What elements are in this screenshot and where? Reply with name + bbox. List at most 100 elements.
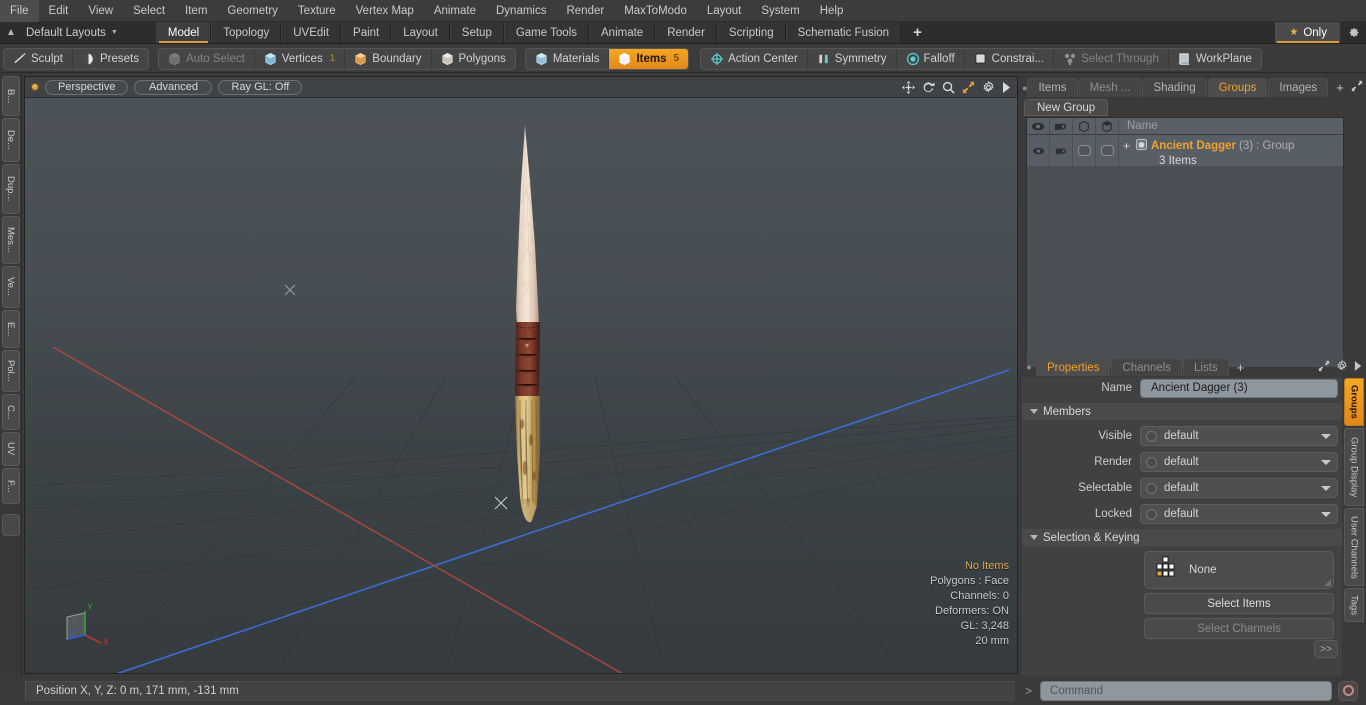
tab-uvedit[interactable]: UVEdit [281, 22, 342, 43]
sculpt-button[interactable]: Sculpt [4, 48, 73, 69]
gear-icon[interactable] [1340, 22, 1366, 43]
layout-preset-dropdown[interactable]: Default Layouts ▼ [22, 22, 126, 43]
select-channels-button[interactable]: Select Channels [1144, 618, 1334, 639]
menu-layout[interactable]: Layout [697, 0, 752, 22]
tab-shading[interactable]: Shading [1142, 78, 1207, 97]
only-toggle-button[interactable]: ★ Only [1275, 22, 1340, 43]
tab-layout[interactable]: Layout [391, 22, 450, 43]
groups-list-panel[interactable]: Name + Ancient Dagger (3): Group 3 Item… [1026, 117, 1344, 367]
left-tab-fusion[interactable]: F... [1, 468, 20, 504]
left-tab-edge[interactable]: E... [1, 310, 20, 348]
menu-vertex-map[interactable]: Vertex Map [346, 0, 424, 22]
menu-geometry[interactable]: Geometry [217, 0, 288, 22]
tab-setup[interactable]: Setup [449, 22, 504, 43]
selection-set-field[interactable]: None [1144, 551, 1334, 589]
tab-render[interactable]: Render [655, 22, 717, 43]
visible-dropdown[interactable]: default [1140, 426, 1338, 446]
vtab-groups[interactable]: Groups [1344, 378, 1364, 426]
boundary-button[interactable]: Boundary [345, 48, 432, 69]
tab-paint[interactable]: Paint [341, 22, 392, 43]
vtab-tags[interactable]: Tags [1344, 588, 1364, 622]
menu-help[interactable]: Help [810, 0, 854, 22]
pan-icon[interactable] [902, 80, 915, 94]
tab-lists[interactable]: Lists [1183, 358, 1229, 376]
vtab-user-channels[interactable]: User Channels [1344, 508, 1364, 586]
left-tab-uv[interactable]: UV [1, 432, 20, 466]
members-section-header[interactable]: Members [1022, 403, 1342, 420]
left-tab-basic[interactable]: B... [1, 76, 20, 116]
name-field[interactable]: Ancient Dagger (3) [1140, 378, 1338, 398]
render-knob-icon[interactable] [1146, 456, 1157, 468]
menu-maxtomodo[interactable]: MaxToModo [614, 0, 697, 22]
new-group-button[interactable]: New Group [1024, 99, 1109, 116]
select-cube-icon[interactable] [1073, 118, 1096, 134]
record-icon[interactable] [1338, 680, 1359, 701]
shading-mode-dropdown[interactable]: Advanced [134, 79, 213, 95]
left-tab-vertex[interactable]: Ve... [1, 266, 20, 308]
left-tab-deform[interactable]: De... [1, 118, 20, 162]
auto-select-button[interactable]: Auto Select [159, 48, 255, 69]
menu-select[interactable]: Select [123, 0, 175, 22]
raygl-toggle[interactable]: Ray GL: Off [218, 79, 303, 95]
select-items-button[interactable]: Select Items [1144, 593, 1334, 614]
properties-more-icon[interactable] [1354, 360, 1362, 374]
locked-knob-icon[interactable] [1146, 508, 1157, 520]
row-lock-toggle[interactable] [1096, 135, 1119, 166]
properties-gear-icon[interactable] [1336, 359, 1348, 375]
axis-gizmo[interactable]: Y X Z [59, 599, 119, 651]
presets-button[interactable]: Presets [73, 49, 148, 69]
tab-game-tools[interactable]: Game Tools [503, 22, 589, 43]
items-button[interactable]: Items 5 [609, 48, 689, 69]
table-row[interactable]: + Ancient Dagger (3) : Group 3 Items [1027, 135, 1343, 167]
3d-viewport[interactable]: No Items Polygons : Face Channels: 0 Def… [24, 76, 1018, 674]
row-visible-toggle[interactable] [1027, 135, 1050, 166]
tab-scripting[interactable]: Scripting [716, 22, 786, 43]
selectable-knob-icon[interactable] [1146, 482, 1157, 494]
menu-texture[interactable]: Texture [288, 0, 346, 22]
workplane-button[interactable]: WorkPlane [1169, 49, 1261, 69]
selection-keying-section-header[interactable]: Selection & Keying [1022, 529, 1342, 546]
viewport-indicator-dot[interactable] [31, 83, 39, 91]
groups-list-empty-area[interactable] [1027, 167, 1343, 367]
action-center-button[interactable]: Action Center [701, 48, 808, 69]
locked-dropdown[interactable]: default [1140, 504, 1338, 524]
fit-icon[interactable] [962, 81, 975, 94]
gear-icon[interactable] [982, 80, 995, 94]
tab-groups[interactable]: Groups [1207, 78, 1268, 97]
render-dropdown[interactable]: default [1140, 452, 1338, 472]
more-options-button[interactable]: >> [1314, 640, 1338, 658]
expand-properties-icon[interactable] [1318, 360, 1330, 375]
tab-animate[interactable]: Animate [589, 22, 656, 43]
tab-properties[interactable]: Properties [1036, 358, 1111, 376]
menu-item[interactable]: Item [175, 0, 217, 22]
select-through-button[interactable]: Select Through [1054, 48, 1169, 69]
visible-knob-icon[interactable] [1146, 430, 1157, 442]
row-render-toggle[interactable] [1050, 135, 1073, 166]
menu-render[interactable]: Render [556, 0, 614, 22]
left-tab-curve[interactable]: C... [1, 394, 20, 430]
tab-model[interactable]: Model [155, 22, 212, 43]
vertices-button[interactable]: Vertices 1 [255, 48, 346, 69]
add-properties-tab-button[interactable]: + [1230, 358, 1252, 376]
menu-view[interactable]: View [78, 0, 123, 22]
add-panel-tab-button[interactable]: + [1329, 78, 1351, 97]
group-name[interactable]: Ancient Dagger [1151, 140, 1236, 152]
viewport-canvas[interactable]: No Items Polygons : Face Channels: 0 Def… [25, 77, 1017, 673]
zoom-icon[interactable] [942, 81, 955, 94]
tab-topology[interactable]: Topology [211, 22, 282, 43]
row-expand-toggle[interactable]: + [1123, 139, 1132, 153]
constraint-button[interactable]: Constrai... [965, 48, 1055, 69]
menu-dynamics[interactable]: Dynamics [486, 0, 556, 22]
dagger-model[interactable] [487, 124, 567, 544]
materials-button[interactable]: Materials [526, 48, 610, 69]
polygons-button[interactable]: Polygons [432, 49, 515, 69]
tab-channels[interactable]: Channels [1111, 358, 1183, 376]
symmetry-button[interactable]: Symmetry [808, 48, 897, 69]
up-arrow-icon[interactable]: ▲ [0, 22, 22, 43]
left-rail-extra-button[interactable] [1, 514, 20, 536]
tab-schematic-fusion[interactable]: Schematic Fusion [785, 22, 902, 43]
tab-items[interactable]: Items [1027, 78, 1078, 97]
menu-animate[interactable]: Animate [424, 0, 486, 22]
tab-images[interactable]: Images [1268, 78, 1329, 97]
visible-eye-icon[interactable] [1027, 118, 1050, 134]
